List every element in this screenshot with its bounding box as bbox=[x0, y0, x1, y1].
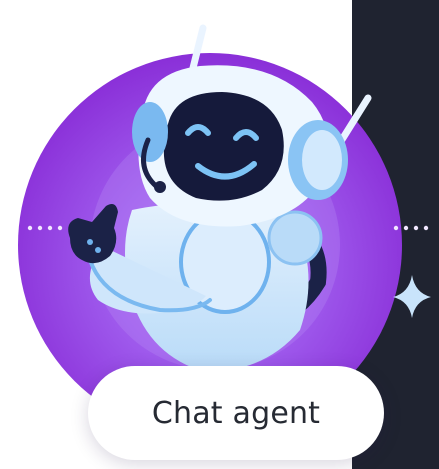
chat-agent-button[interactable]: Chat agent bbox=[88, 366, 384, 460]
chat-agent-label: Chat agent bbox=[151, 395, 321, 431]
sparkle-icon bbox=[393, 275, 431, 318]
